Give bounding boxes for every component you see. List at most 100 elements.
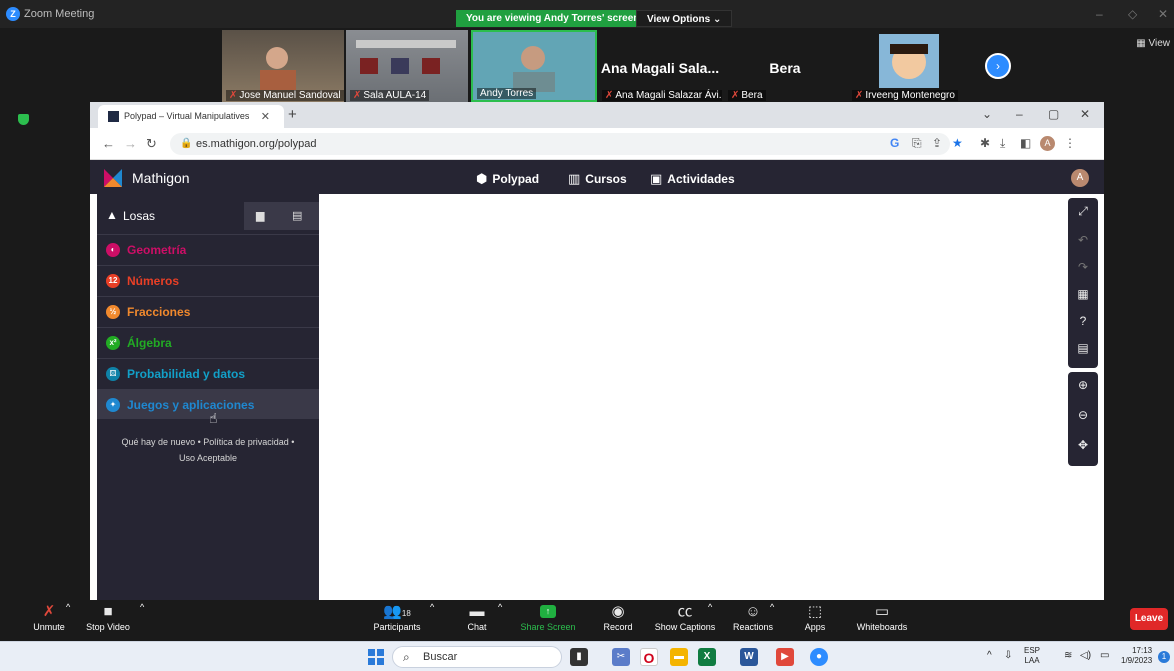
minimize-icon[interactable]: –: [1096, 7, 1103, 21]
extensions-icon[interactable]: ✱: [980, 136, 990, 150]
download-icon[interactable]: ⤓: [1000, 136, 1005, 151]
brand-title[interactable]: Mathigon: [132, 170, 190, 186]
add-image-icon[interactable]: ▤: [1068, 341, 1098, 355]
participant-name: Bera: [741, 90, 763, 101]
tab-bar: Polypad – Virtual Manipulatives ✕ + ⌄ – …: [90, 102, 1104, 128]
zoom-in-icon[interactable]: ⊕: [1068, 378, 1098, 392]
chevron-up-icon[interactable]: ^: [140, 602, 144, 612]
category-fracciones[interactable]: ½ Fracciones: [97, 296, 319, 326]
nav-polypad[interactable]: ⬢ Polypad: [476, 171, 539, 187]
apps-button[interactable]: ⬚ Apps: [800, 602, 830, 632]
leave-button[interactable]: Leave: [1130, 608, 1168, 630]
volume-icon[interactable]: ◁): [1080, 650, 1091, 661]
clock[interactable]: 17:13 1/9/2023: [1121, 646, 1152, 666]
back-icon[interactable]: ←: [102, 136, 115, 151]
taskbar-search-input[interactable]: ⌕ Buscar: [392, 646, 562, 668]
participant-tile[interactable]: ✗ Jose Manuel Sandoval: [222, 30, 344, 102]
category-algebra[interactable]: x² Álgebra: [97, 327, 319, 357]
video-gallery: ✗ Jose Manuel Sandoval ✗ Sala AULA-14 Andy…: [0, 28, 1174, 102]
chevron-up-icon[interactable]: ^: [708, 602, 712, 612]
share-icon[interactable]: ⇪: [932, 136, 942, 150]
zoom-app-icon[interactable]: ●: [810, 648, 828, 666]
footer-links-line[interactable]: Uso Aceptable: [97, 450, 319, 466]
battery-icon[interactable]: ▭: [1100, 650, 1109, 661]
tab-search-icon[interactable]: ⌄: [982, 107, 992, 121]
excel-icon[interactable]: X: [698, 648, 716, 666]
restore-icon[interactable]: ▢: [1048, 107, 1059, 121]
avatar[interactable]: A: [1071, 169, 1089, 187]
windows-taskbar: ⌕ Buscar ▮ ✂ O ▬ X W ▶ ● ^ ⇩ ESP LAA ≋ ◁…: [0, 641, 1174, 671]
sidepanel-icon[interactable]: ◧: [1020, 136, 1031, 150]
folder-icon[interactable]: ▤: [292, 209, 302, 222]
windows-start-icon[interactable]: [368, 649, 384, 665]
stop-video-button[interactable]: ■ Stop Video: [78, 602, 138, 632]
usb-icon[interactable]: ⇩: [1004, 650, 1012, 661]
category-numeros[interactable]: 12 Números: [97, 265, 319, 295]
category-juegos[interactable]: ✦ Juegos y aplicaciones: [97, 389, 319, 419]
notification-badge[interactable]: 1: [1158, 651, 1170, 663]
browser-tab[interactable]: Polypad – Virtual Manipulatives ✕: [98, 105, 284, 128]
participant-name: Jose Manuel Sandoval: [239, 90, 341, 101]
participant-tile[interactable]: ✗ Sala AULA-14: [346, 30, 468, 102]
wifi-icon[interactable]: ≋: [1064, 650, 1072, 661]
mathigon-logo-icon[interactable]: [104, 169, 122, 187]
opera-icon[interactable]: O: [640, 648, 658, 666]
fullscreen-icon[interactable]: ⤢: [1068, 204, 1098, 219]
chevron-right-icon[interactable]: ›: [985, 53, 1011, 79]
menu-kebab-icon[interactable]: ⋮: [1064, 136, 1076, 150]
whiteboards-button[interactable]: ▭ Whiteboards: [852, 602, 912, 632]
file-icon[interactable]: ▆: [256, 209, 264, 222]
undo-icon[interactable]: ↶: [1068, 233, 1098, 247]
participant-tile-active[interactable]: Andy Torres: [471, 30, 597, 102]
profile-avatar[interactable]: A: [1040, 136, 1055, 151]
word-icon[interactable]: W: [740, 648, 758, 666]
grid-icon[interactable]: ▦: [1068, 287, 1098, 301]
restore-icon[interactable]: ◇: [1128, 7, 1137, 21]
url-field[interactable]: 🔒 es.mathigon.org/polypad: [170, 133, 950, 155]
zoom-out-icon[interactable]: ⊖: [1068, 408, 1098, 422]
install-icon[interactable]: ⎘: [912, 136, 922, 151]
minimize-icon[interactable]: –: [1016, 107, 1023, 121]
help-icon[interactable]: ?: [1068, 314, 1098, 328]
reload-icon[interactable]: ↻: [146, 136, 157, 152]
chevron-up-icon[interactable]: ^: [498, 602, 502, 612]
file-explorer-icon[interactable]: ▬: [670, 648, 688, 666]
chevron-up-icon[interactable]: ^: [66, 602, 70, 612]
unmute-label: Unmute: [33, 622, 65, 632]
redo-icon[interactable]: ↷: [1068, 260, 1098, 274]
new-tab-icon[interactable]: +: [288, 106, 297, 123]
chevron-up-icon[interactable]: ^: [770, 602, 774, 612]
participants-button[interactable]: 👥18 Participants: [366, 602, 428, 632]
participant-video: [356, 40, 456, 74]
nav-cursos[interactable]: ▥ Cursos: [568, 171, 627, 187]
close-icon[interactable]: ✕: [1080, 107, 1090, 121]
chat-button[interactable]: ▬ Chat: [462, 602, 492, 632]
snipping-tool-icon[interactable]: ✂: [612, 648, 630, 666]
tab-close-icon[interactable]: ✕: [261, 110, 270, 123]
participant-display-name: Ana Magali Sala...: [600, 60, 720, 76]
google-icon[interactable]: G: [890, 136, 899, 150]
task-view-icon[interactable]: ▮: [570, 648, 588, 666]
view-options-button[interactable]: View Options ⌄: [636, 10, 733, 27]
bookmark-star-icon[interactable]: ★: [952, 136, 963, 150]
nav-actividades[interactable]: ▣ Actividades: [650, 171, 735, 187]
chevron-up-icon[interactable]: ^: [987, 650, 992, 661]
participant-tile[interactable]: ✗ Irveeng Montenegro: [848, 30, 970, 102]
mic-muted-icon: ✗: [229, 90, 238, 101]
record-button[interactable]: ◉ Record: [598, 602, 638, 632]
language-indicator[interactable]: ESP LAA: [1024, 646, 1040, 666]
category-probabilidad[interactable]: ⚄ Probabilidad y datos: [97, 358, 319, 388]
category-geometria[interactable]: ◐ Geometría: [97, 234, 319, 264]
participant-tile[interactable]: Ana Magali Sala... ✗ Ana Magali Salazar Á…: [598, 30, 722, 102]
media-player-icon[interactable]: ▶: [776, 648, 794, 666]
polypad-canvas[interactable]: [319, 194, 1104, 600]
pan-icon[interactable]: ✥: [1068, 438, 1098, 452]
mic-muted-icon: ✗: [855, 90, 864, 101]
close-icon[interactable]: ✕: [1158, 7, 1168, 21]
forward-icon[interactable]: →: [124, 136, 137, 151]
footer-links-line[interactable]: Qué hay de nuevo • Política de privacida…: [97, 434, 319, 450]
view-button[interactable]: ▦ View: [1136, 38, 1170, 49]
participant-tile[interactable]: Bera ✗ Bera: [724, 30, 846, 102]
chevron-up-icon[interactable]: ^: [430, 602, 434, 612]
mic-muted-icon: ✗: [605, 90, 614, 101]
